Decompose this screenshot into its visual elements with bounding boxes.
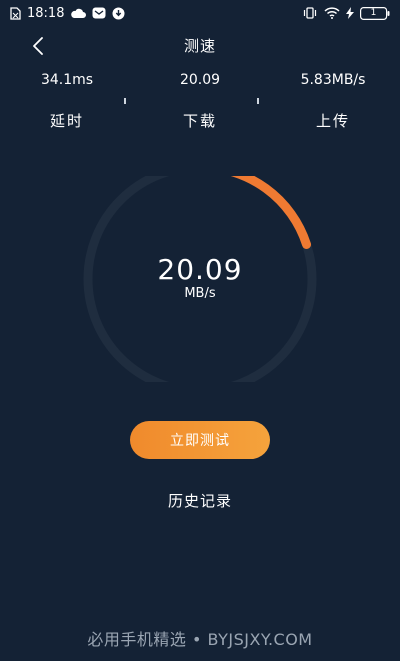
metric-divider: [257, 98, 259, 104]
cloud-icon: [70, 7, 87, 19]
download-value: 20.09: [179, 72, 221, 88]
upload-label: 上传: [315, 112, 350, 130]
history-link[interactable]: 历史记录: [0, 490, 400, 511]
page-title: 测速: [183, 36, 216, 55]
back-button[interactable]: [26, 34, 50, 58]
sim-card-icon: [10, 6, 21, 20]
latency-value: 34.1ms: [40, 72, 94, 88]
mail-icon: [92, 7, 106, 19]
header: 测速: [0, 28, 400, 62]
gauge-value: 20.09: [157, 253, 243, 286]
back-arrow-icon: [33, 37, 43, 55]
status-right: 1: [302, 6, 390, 20]
vibrate-icon: [302, 7, 318, 19]
start-test-button[interactable]: 立即测试: [130, 421, 270, 459]
status-time: 18:18: [27, 5, 65, 21]
battery-icon: 1: [360, 6, 390, 20]
battery-level: 1: [370, 7, 377, 18]
download-label: 下载: [182, 112, 217, 130]
metrics-row: 34.1ms 延时 20.09 下载 5.83MB/s 上传: [0, 70, 400, 150]
metric-latency: 34.1ms 延时: [7, 70, 127, 131]
metric-divider: [124, 98, 126, 104]
gauge-unit: MB/s: [184, 286, 216, 301]
status-bar: 18:18 1: [0, 0, 400, 26]
upload-value: 5.83MB/s: [300, 72, 366, 88]
charging-icon: [346, 7, 354, 19]
speed-gauge: 20.09 MB/s: [78, 176, 322, 382]
gauge-readout: 20.09 MB/s: [78, 254, 322, 302]
watermark-text: 必用手机精选 • BYJSJXY.COM: [87, 630, 313, 649]
latency-label: 延时: [49, 112, 84, 130]
metric-upload: 5.83MB/s 上传: [273, 70, 393, 131]
status-left: 18:18: [10, 6, 125, 21]
metric-download: 20.09 下载: [140, 70, 260, 131]
download-notification-icon: [112, 7, 125, 20]
wifi-icon: [324, 7, 340, 19]
